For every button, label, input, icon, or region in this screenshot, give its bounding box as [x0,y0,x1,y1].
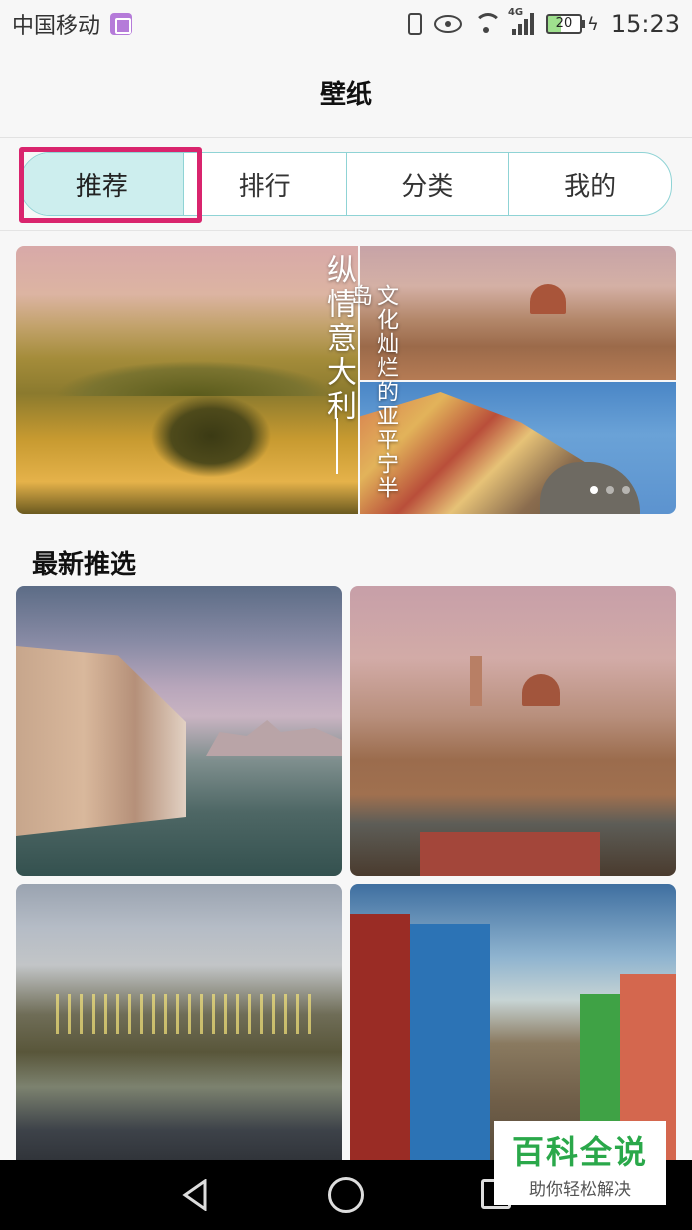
network-type-label: 4G [507,7,524,18]
home-icon [327,1177,364,1213]
banner-dot-1 [590,486,598,494]
tab-recommend[interactable]: 推荐 [21,153,184,215]
banner-page-indicator [590,486,630,494]
carrier-label: 中国移动 [12,14,101,39]
clock: 15:23 [610,10,680,38]
tab-mine[interactable]: 我的 [509,153,671,215]
banner-left-caption: 纵情意大利 [321,254,356,424]
banner-image-tuscany [16,246,358,514]
battery-icon: 20 ϟ [545,13,599,35]
tab-categories[interactable]: 分类 [347,153,510,215]
wallpaper-app-screen: 中国移动 4G 20 ϟ 15:23 壁纸 推荐 排行 分类 我的 纵情意大利 … [0,0,692,1230]
header-divider [0,230,692,231]
vibrate-icon [407,13,422,35]
watermark-main-text: 百科全说 [511,1132,648,1171]
tab-bar: 推荐 排行 分类 我的 [20,152,672,216]
banner-dot-3 [622,486,630,494]
status-right: 4G 20 ϟ 15:23 [407,7,680,38]
watermark-sub-text: 助你轻松解决 [529,1179,631,1200]
wallpaper-tile-venice[interactable] [16,586,342,876]
featured-banner[interactable]: 纵情意大利 文化灿烂的亚平宁半岛 [16,246,676,514]
eye-comfort-icon [433,15,462,33]
wallpaper-tile-florence[interactable] [350,586,676,876]
banner-image-florence [360,246,676,380]
back-icon [182,1179,207,1211]
gallery-notification-icon [110,13,133,35]
latest-section-title: 最新推选 [32,550,137,580]
back-button[interactable] [175,1175,215,1215]
tab-ranking[interactable]: 排行 [184,153,347,215]
page-title: 壁纸 [319,80,372,110]
home-button[interactable] [326,1175,366,1215]
battery-level: 20 [545,14,582,34]
banner-image-cinque-terre [360,382,676,514]
status-bar: 中国移动 4G 20 ϟ 15:23 [0,0,692,48]
banner-dot-2 [606,486,614,494]
banner-right-caption: 文化灿烂的亚平宁半岛 [347,284,398,500]
watermark-logo: 百科全说 助你轻松解决 [494,1121,666,1205]
status-left: 中国移动 [12,8,133,40]
title-bar: 壁纸 [0,48,692,138]
banner-caption-line [336,418,338,474]
wallpaper-tile-milan-canal[interactable] [16,884,342,1174]
charging-icon: ϟ [586,13,599,35]
signal-icon: 4G [508,7,534,35]
wifi-icon [473,13,502,35]
